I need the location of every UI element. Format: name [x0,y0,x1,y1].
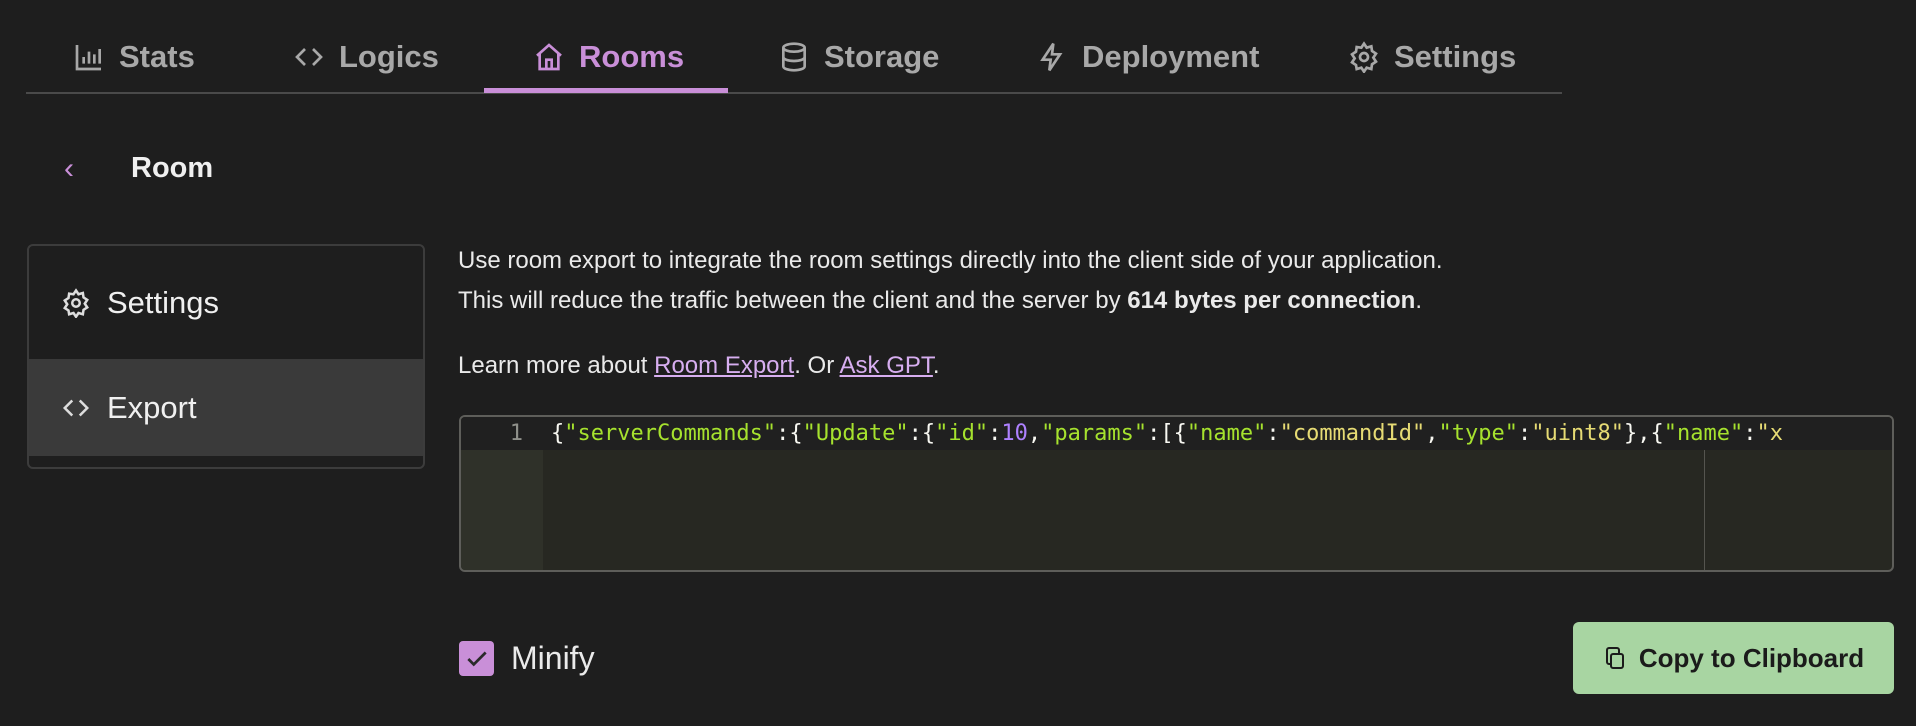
tab-divider [26,92,1562,94]
tab-storage[interactable]: Storage [778,22,939,92]
text: This will reduce the traffic between the… [458,287,1128,314]
text: . [932,352,940,379]
active-tab-indicator [484,88,728,93]
side-menu: Settings Export [27,244,425,469]
json-punct: { [789,421,803,446]
json-key: "Update" [802,421,909,446]
json-punct: : [1266,421,1280,446]
json-punct: : [988,421,1002,446]
tab-deployment[interactable]: Deployment [1036,22,1259,92]
tab-label: Storage [824,39,940,74]
json-punct: { [551,421,565,446]
json-number: 10 [1001,421,1028,446]
json-punct: : [776,421,790,446]
code-line: {"serverCommands":{"Update":{"id":10,"pa… [551,417,1783,450]
json-key: "name" [1186,421,1267,446]
button-label: Copy to Clipboard [1638,642,1865,673]
tab-label: Logics [339,39,439,74]
database-icon [782,42,806,72]
json-key: "params" [1041,421,1148,446]
tab-label: Rooms [579,39,685,74]
code-icon [295,48,323,66]
json-punct: , [1027,421,1042,446]
gear-icon [1350,41,1378,73]
minify-checkbox[interactable] [459,641,494,676]
json-punct: : [1518,421,1532,446]
clipboard-icon [1605,647,1624,669]
gear-icon [63,287,89,318]
chevron-left-icon: ‹ [64,152,74,185]
room-export-link[interactable]: Room Export [654,352,794,379]
side-menu-item-export[interactable]: Export [29,359,423,456]
lightning-icon [1040,42,1063,72]
tab-stats[interactable]: Stats [73,22,195,92]
side-menu-label: Settings [107,284,220,320]
json-punct: { [921,421,936,446]
description-line-1: Use room export to integrate the room se… [458,247,1443,274]
code-editor[interactable]: 1 {"serverCommands":{"Update":{"id":10,"… [459,415,1894,572]
tab-settings[interactable]: Settings [1348,22,1516,92]
back-button[interactable]: ‹ [64,152,74,186]
text: . [1415,287,1422,314]
json-key: "serverCommands" [564,421,777,446]
copy-to-clipboard-button[interactable]: Copy to Clipboard [1573,622,1894,694]
line-number: 1 [509,421,523,446]
json-key: "type" [1438,421,1519,446]
learn-more: Learn more about Room Export. Or Ask GPT… [458,352,940,380]
code-icon [62,399,90,416]
text: Learn more about [458,352,655,379]
json-key: "id" [935,421,989,446]
tab-rooms[interactable]: Rooms [533,22,684,92]
tab-label: Deployment [1082,39,1260,74]
json-punct: , [1425,421,1439,446]
json-string: "uint8" [1531,421,1624,446]
ask-gpt-link[interactable]: Ask GPT [840,352,933,379]
json-punct: : [908,421,922,446]
side-menu-item-settings[interactable]: Settings [29,246,423,359]
json-string: "commandId" [1279,421,1426,446]
json-punct: [{ [1160,421,1187,446]
description-line-2: This will reduce the traffic between the… [458,287,1422,315]
minify-label: Minify [511,640,595,676]
json-punct: : [1147,421,1161,446]
page-title: Room [131,152,214,184]
home-icon [536,43,562,71]
side-menu-label: Export [107,389,197,425]
json-punct: : [1743,421,1757,446]
bytes-saved: 614 bytes per connection [1127,287,1416,314]
text: . Or [794,352,840,379]
tab-label: Stats [119,39,195,74]
print-margin [1704,450,1705,570]
tab-logics[interactable]: Logics [293,22,439,92]
bar-chart-icon [75,45,101,71]
check-icon [466,651,487,666]
json-key: "name" [1663,421,1744,446]
tab-label: Settings [1394,39,1517,74]
json-string: "x [1756,421,1783,446]
json-punct: },{ [1623,421,1664,446]
